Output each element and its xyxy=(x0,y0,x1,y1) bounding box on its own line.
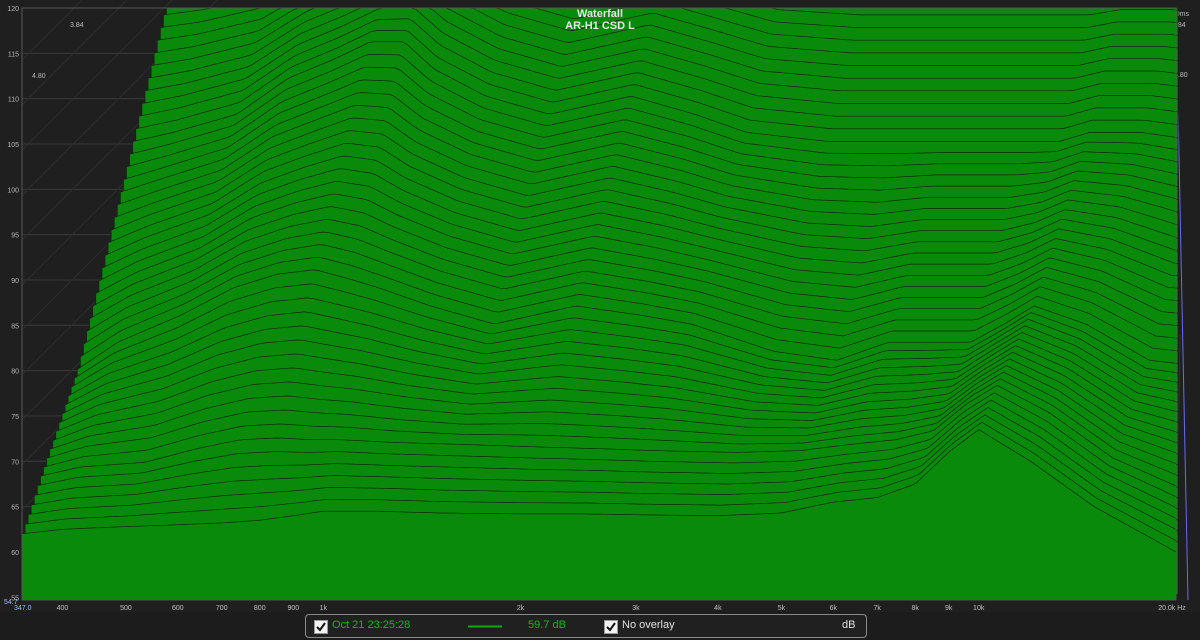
x-tick-label: 4k xyxy=(714,605,722,612)
series-checkbox[interactable] xyxy=(314,620,328,634)
legend-box: Oct 21 23:25:28 59.7 dB No overlay dB xyxy=(305,614,867,638)
y-tick-label: 60 xyxy=(11,550,19,557)
y-tick-label: 95 xyxy=(11,233,19,240)
waterfall-chart: 556065707580859095100105110115120400 500 6… xyxy=(4,0,1189,612)
series-level: 59.7 dB xyxy=(528,619,566,631)
y-tick-label: 75 xyxy=(11,414,19,421)
x-min-label: 347.0 xyxy=(14,605,32,612)
series-line-swatch xyxy=(468,625,502,628)
y-tick-label: 110 xyxy=(8,97,19,104)
time-axis-label: 4.80 xyxy=(32,73,46,80)
chart-subtitle: AR-H1 CSD L xyxy=(565,20,635,32)
y-tick-label: 115 xyxy=(8,51,19,58)
x-tick-label: 500 xyxy=(120,605,132,612)
x-tick-label: 10k xyxy=(973,605,985,612)
x-tick-label: 2k xyxy=(517,605,525,612)
x-tick-label: 1k xyxy=(320,605,328,612)
x-tick-label: 20.0k Hz xyxy=(1158,605,1186,612)
y-tick-label: 85 xyxy=(11,323,19,330)
x-tick-label: 700 xyxy=(216,605,228,612)
x-tick-label: 5k xyxy=(778,605,786,612)
x-tick-label: 600 xyxy=(172,605,184,612)
y-tick-label: 65 xyxy=(11,505,19,512)
y-tick-label: 70 xyxy=(11,459,19,466)
series-timestamp: Oct 21 23:25:28 xyxy=(332,619,411,631)
x-tick-label: 800 xyxy=(254,605,266,612)
overlay-label: No overlay xyxy=(622,619,675,631)
y-tick-label: 90 xyxy=(11,278,19,285)
y-tick-label: 105 xyxy=(7,142,19,149)
waterfall-plot[interactable]: 55 60 65 70 75 80 85 90 95 100 105 110 115 120 400 500 6… xyxy=(0,0,1200,612)
x-tick-label: 900 xyxy=(287,605,299,612)
y-tick-label: 100 xyxy=(7,187,19,194)
y-tick-label: 80 xyxy=(11,369,19,376)
chart-title: Waterfall xyxy=(576,8,624,20)
x-tick-label: 3k xyxy=(632,605,640,612)
x-tick-label: 400 xyxy=(57,605,69,612)
x-tick-label: 8k xyxy=(911,605,919,612)
x-tick-label: 7k xyxy=(873,605,881,612)
x-tick-label: 9k xyxy=(945,605,953,612)
unit-label: dB xyxy=(842,619,856,631)
x-tick-label: 6k xyxy=(830,605,838,612)
overlay-checkbox[interactable] xyxy=(604,620,618,634)
